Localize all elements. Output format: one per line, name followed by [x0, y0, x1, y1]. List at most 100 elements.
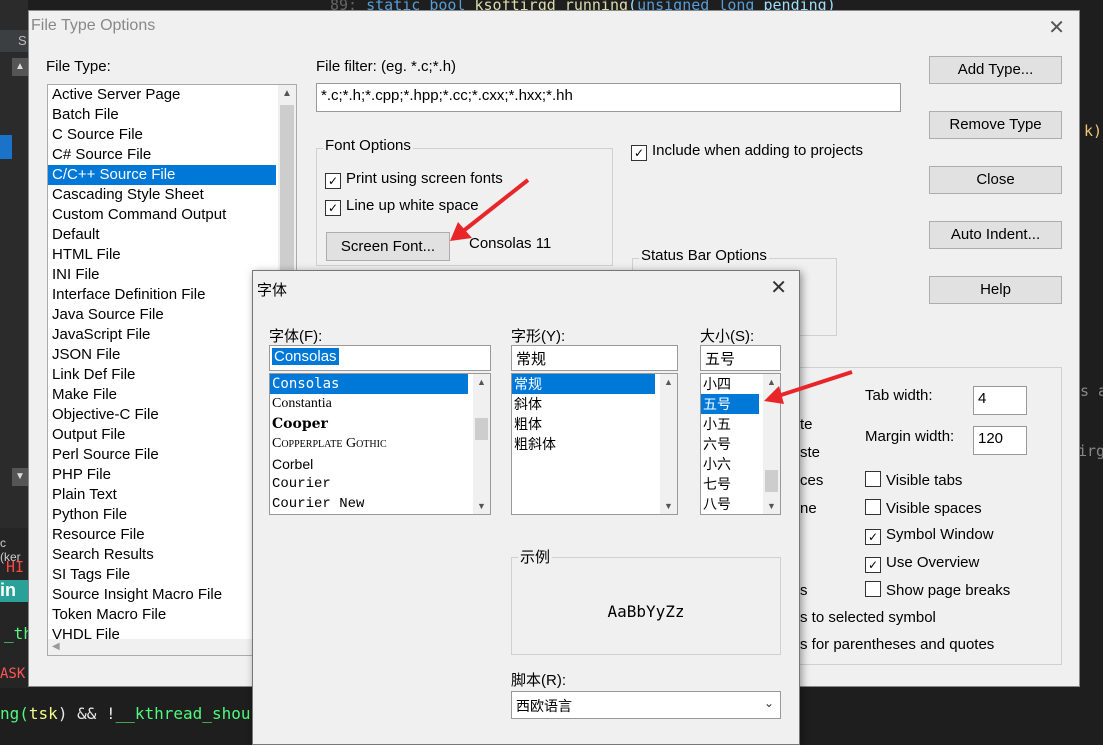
file-type-item[interactable]: PHP File — [48, 465, 276, 485]
highlight-symbol-option[interactable]: s to selected symbol — [800, 609, 936, 626]
file-type-item[interactable]: Batch File — [48, 105, 276, 125]
option-checkbox[interactable]: ✓ Symbol Window — [865, 526, 994, 545]
chevron-down-icon[interactable]: ⌄ — [764, 696, 774, 710]
font-style-label: 字形(Y): — [511, 328, 566, 345]
ide-tab[interactable]: S — [0, 30, 28, 52]
file-type-item[interactable]: C# Source File — [48, 145, 276, 165]
print-screen-fonts-checkbox[interactable]: ✓ Print using screen fonts — [325, 170, 503, 189]
file-type-item[interactable]: Java Source File — [48, 305, 276, 325]
font-list-item[interactable]: Consolas — [270, 374, 468, 394]
font-style-item[interactable]: 常规 — [512, 374, 655, 394]
script-select[interactable]: 西欧语言 ⌄ — [511, 691, 781, 719]
style-list-scrollbar[interactable]: ▲ ▼ — [660, 374, 677, 514]
file-filter-input[interactable]: *.c;*.h;*.cpp;*.hpp;*.cc;*.cxx;*.hxx;*.h… — [316, 83, 901, 112]
file-type-item[interactable]: Custom Command Output — [48, 205, 276, 225]
font-style-item[interactable]: 粗体 — [512, 414, 655, 434]
option-checkbox[interactable]: Visible spaces — [865, 499, 982, 517]
font-list-item[interactable]: Copperplate Gothic — [270, 434, 468, 454]
close-icon[interactable]: ✕ — [1048, 15, 1065, 40]
file-type-item[interactable]: INI File — [48, 265, 276, 285]
option-checkbox[interactable]: ✓ Use Overview — [865, 554, 979, 573]
ide-scroll-up-icon[interactable]: ▲ — [12, 58, 28, 76]
font-style-input[interactable]: 常规 — [511, 345, 678, 371]
font-list-item[interactable]: Constantia — [270, 394, 468, 414]
help-button[interactable]: Help — [929, 276, 1062, 304]
file-type-item[interactable]: SI Tags File — [48, 565, 276, 585]
font-size-item[interactable]: 八号 — [701, 494, 759, 514]
margin-width-input[interactable]: 120 — [973, 426, 1027, 455]
font-size-item[interactable]: 小六 — [701, 454, 759, 474]
font-style-item[interactable]: 斜体 — [512, 394, 655, 414]
tab-width-label: Tab width: — [865, 387, 933, 404]
add-type-button[interactable]: Add Type... — [929, 56, 1062, 84]
scroll-up-icon[interactable]: ▲ — [660, 374, 677, 390]
font-size-item[interactable]: 六号 — [701, 434, 759, 454]
margin-width-label: Margin width: — [865, 428, 955, 445]
auto-indent-button[interactable]: Auto Indent... — [929, 221, 1062, 249]
file-type-item[interactable]: Plain Text — [48, 485, 276, 505]
font-size-item[interactable]: 小五 — [701, 414, 759, 434]
file-type-item[interactable]: C/C++ Source File — [48, 165, 276, 185]
font-list-item[interactable]: Courier — [270, 474, 468, 494]
ide-side-panel: c (ker HI in _th ASK — [0, 528, 33, 688]
font-size-input[interactable]: 五号 — [700, 345, 781, 371]
font-name-input[interactable]: Consolas — [269, 345, 491, 371]
scroll-up-icon[interactable]: ▲ — [763, 374, 780, 390]
tab-width-input[interactable]: 4 — [973, 386, 1027, 415]
line-up-white-space-checkbox[interactable]: ✓ Line up white space — [325, 197, 479, 216]
font-size-item[interactable]: 七号 — [701, 474, 759, 494]
file-type-item[interactable]: Objective-C File — [48, 405, 276, 425]
file-type-item[interactable]: Search Results — [48, 545, 276, 565]
file-type-item[interactable]: Make File — [48, 385, 276, 405]
font-size-item[interactable]: 五号 — [701, 394, 759, 414]
ide-code-line-bottom: ng(tsk) && !__kthread_shou — [0, 704, 251, 723]
scroll-up-icon[interactable]: ▲ — [473, 374, 490, 390]
scroll-down-icon[interactable]: ▼ — [660, 498, 677, 514]
file-type-item[interactable]: JSON File — [48, 345, 276, 365]
scroll-down-icon[interactable]: ▼ — [763, 498, 780, 514]
font-list-item[interactable]: Corbel — [270, 454, 468, 474]
file-type-item[interactable]: Active Server Page — [48, 85, 276, 105]
file-type-item[interactable]: C Source File — [48, 125, 276, 145]
include-projects-checkbox[interactable]: ✓ Include when adding to projects — [631, 142, 863, 161]
partial-option-text: s — [800, 582, 808, 599]
scroll-thumb[interactable] — [475, 418, 488, 440]
file-filter-label: File filter: (eg. *.c;*.h) — [316, 58, 457, 75]
font-dialog: 字体 ✕ 字体(F): Consolas Consolas Constantia C… — [252, 270, 800, 745]
file-type-item[interactable]: Link Def File — [48, 365, 276, 385]
file-type-item[interactable]: Resource File — [48, 525, 276, 545]
file-type-item[interactable]: Source Insight Macro File — [48, 585, 276, 605]
file-type-item[interactable]: Python File — [48, 505, 276, 525]
scroll-thumb[interactable] — [765, 470, 778, 492]
close-icon[interactable]: ✕ — [770, 275, 787, 300]
file-type-item[interactable]: JavaScript File — [48, 325, 276, 345]
horizontal-scrollbar[interactable]: ◀ — [48, 639, 280, 655]
file-type-item[interactable]: Perl Source File — [48, 445, 276, 465]
file-type-item[interactable]: Default — [48, 225, 276, 245]
file-type-item[interactable]: Cascading Style Sheet — [48, 185, 276, 205]
file-type-item[interactable]: Token Macro File — [48, 605, 276, 625]
font-list-item[interactable]: Cooper — [270, 414, 468, 434]
font-size-list[interactable]: 小四 五号 小五 六号 小六 七号 八号 ▲ ▼ — [700, 373, 781, 515]
scroll-down-icon[interactable]: ▼ — [473, 498, 490, 514]
option-checkbox[interactable]: Show page breaks — [865, 581, 1010, 599]
ide-scroll-down-icon[interactable]: ▼ — [12, 468, 28, 486]
file-type-item[interactable]: Output File — [48, 425, 276, 445]
remove-type-button[interactable]: Remove Type — [929, 111, 1062, 139]
ide-side-text: HI — [6, 558, 25, 576]
font-style-item[interactable]: 粗斜体 — [512, 434, 655, 454]
screen-font-button[interactable]: Screen Font... — [326, 232, 450, 261]
font-list-item[interactable]: Courier New — [270, 494, 468, 514]
font-size-item[interactable]: 小四 — [701, 374, 759, 394]
close-button[interactable]: Close — [929, 166, 1062, 194]
font-name-list[interactable]: Consolas Constantia Cooper Copperplate Goth… — [269, 373, 491, 515]
sample-text: AaBbYyZz — [607, 602, 685, 621]
file-type-item[interactable]: Interface Definition File — [48, 285, 276, 305]
size-list-scrollbar[interactable]: ▲ ▼ — [763, 374, 780, 514]
font-list-scrollbar[interactable]: ▲ ▼ — [473, 374, 490, 514]
file-type-item[interactable]: HTML File — [48, 245, 276, 265]
font-style-list[interactable]: 常规 斜体 粗体 粗斜体 ▲ ▼ — [511, 373, 678, 515]
highlight-parens-option[interactable]: s for parentheses and quotes — [800, 636, 994, 653]
scroll-up-icon[interactable]: ▲ — [278, 85, 296, 103]
option-checkbox[interactable]: Visible tabs — [865, 471, 962, 489]
